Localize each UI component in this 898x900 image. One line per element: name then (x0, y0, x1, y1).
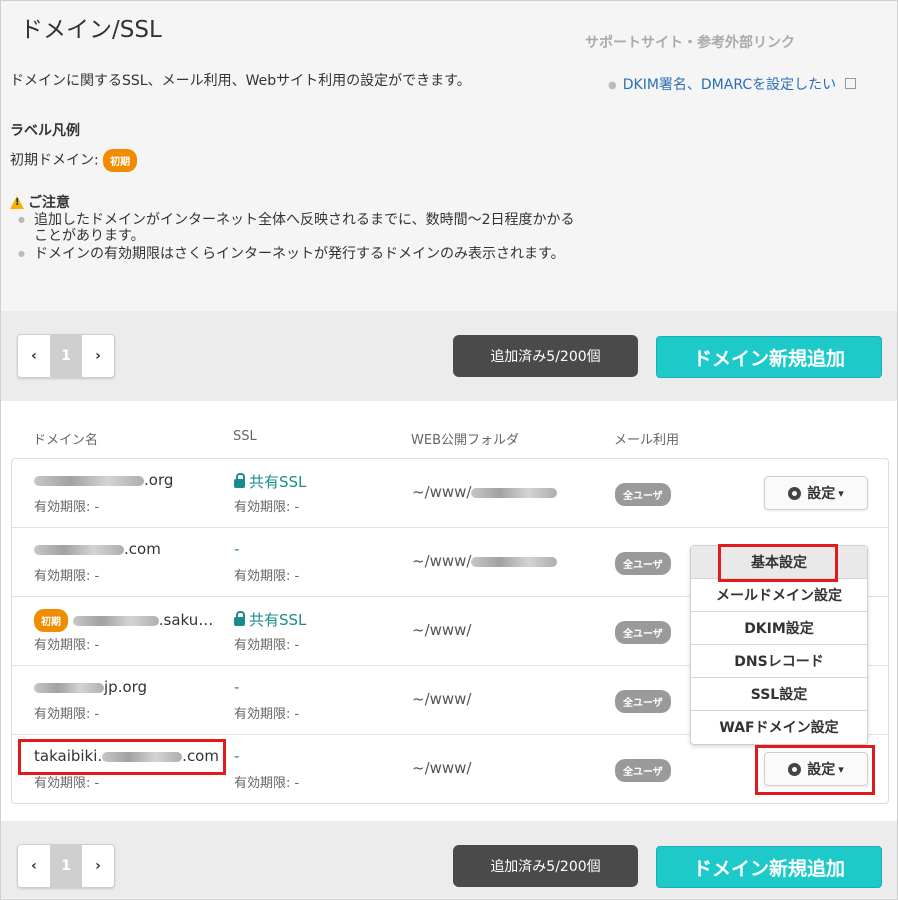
add-domain-button[interactable]: ドメイン新規追加 (656, 336, 882, 378)
add-domain-button[interactable]: ドメイン新規追加 (656, 846, 882, 888)
ssl-expiry: 有効期限: - (234, 500, 300, 515)
domain-name[interactable]: jp.org (34, 678, 147, 696)
legend-heading: ラベル凡例 (10, 123, 80, 139)
notice-item: ドメインの有効期限はさくらインターネットが発行するドメインのみ表示されます。 (18, 246, 588, 262)
ssl-expiry: 有効期限: - (234, 569, 300, 584)
ssl-status[interactable]: 共有SSL (234, 609, 306, 630)
menu-item-waf-domain[interactable]: WAFドメイン設定 (691, 711, 867, 743)
mail-usage-badge: 全ユーザ (615, 552, 671, 575)
highlight-basic-settings (718, 544, 838, 582)
warning-icon (10, 196, 24, 209)
domain-expiry: 有効期限: - (34, 500, 100, 515)
highlight-domain-name (18, 739, 226, 775)
web-folder: ~/www/ (412, 759, 472, 777)
col-ssl: SSL (233, 429, 257, 444)
prev-page-button[interactable]: ‹ (18, 845, 50, 887)
table-row: .org 有効期限: - 共有SSL 有効期限: - ~/www/ 全ユーザ 設… (12, 459, 888, 528)
domain-name[interactable]: 初期 .saku… (34, 609, 213, 632)
external-link-icon (844, 78, 856, 89)
pagination-bottom: ‹ 1 › (17, 844, 115, 888)
web-folder: ~/www/ (412, 621, 472, 639)
settings-button[interactable]: 設定 ▾ (764, 476, 868, 510)
page-1-button[interactable]: 1 (50, 845, 82, 887)
col-mail: メール利用 (614, 433, 680, 448)
menu-item-ssl[interactable]: SSL設定 (691, 678, 867, 711)
initial-domain-badge: 初期 (103, 149, 138, 172)
next-page-button[interactable]: › (82, 845, 114, 887)
col-domain: ドメイン名 (33, 433, 99, 448)
domain-expiry: 有効期限: - (34, 707, 100, 722)
lock-icon (234, 611, 245, 626)
ssl-status[interactable]: 共有SSL (234, 471, 306, 492)
domain-expiry: 有効期限: - (34, 638, 100, 653)
domain-expiry: 有効期限: - (34, 569, 100, 584)
ssl-expiry: 有効期限: - (234, 638, 300, 653)
col-web-folder: WEB公開フォルダ (411, 433, 519, 448)
chevron-down-icon: ▾ (838, 486, 844, 500)
mail-usage-badge: 全ユーザ (615, 621, 671, 644)
ssl-status: - (234, 747, 240, 765)
prev-page-button[interactable]: ‹ (18, 335, 50, 377)
page-description: ドメインに関するSSL、メール利用、Webサイト利用の設定ができます。 (10, 73, 471, 89)
gear-icon (788, 486, 802, 500)
lock-icon (234, 473, 245, 488)
bullet-icon: ● (608, 79, 617, 91)
support-heading: サポートサイト・参考外部リンク (585, 35, 795, 51)
web-folder: ~/www/ (412, 552, 558, 570)
ssl-status: - (234, 540, 240, 558)
ssl-expiry: 有効期限: - (234, 776, 300, 791)
next-page-button[interactable]: › (82, 335, 114, 377)
page-title: ドメイン/SSL (20, 17, 162, 43)
pagination-top: ‹ 1 › (17, 334, 115, 378)
mail-usage-badge: 全ユーザ (615, 483, 671, 506)
mail-usage-badge: 全ユーザ (615, 690, 671, 713)
domain-name[interactable]: .com (34, 540, 161, 558)
domain-count-badge: 追加済み5/200個 (453, 845, 638, 887)
menu-item-mail-domain[interactable]: メールドメイン設定 (691, 579, 867, 612)
web-folder: ~/www/ (412, 690, 472, 708)
page-1-button[interactable]: 1 (50, 335, 82, 377)
support-link-dkim[interactable]: ● DKIM署名、DMARCを設定したい (608, 74, 856, 94)
highlight-settings-button (755, 745, 875, 795)
ssl-status: - (234, 678, 240, 696)
domain-name[interactable]: .org (34, 471, 173, 489)
menu-item-dkim[interactable]: DKIM設定 (691, 612, 867, 645)
legend-row: 初期ドメイン: 初期 (10, 149, 138, 172)
mail-usage-badge: 全ユーザ (615, 759, 671, 782)
domain-count-badge: 追加済み5/200個 (453, 335, 638, 377)
initial-domain-badge: 初期 (34, 609, 68, 632)
notice-item: 追加したドメインがインターネット全体へ反映されるまでに、数時間〜2日程度かかるこ… (18, 212, 588, 244)
ssl-expiry: 有効期限: - (234, 707, 300, 722)
web-folder: ~/www/ (412, 483, 558, 501)
menu-item-dns-record[interactable]: DNSレコード (691, 645, 867, 678)
notice-list: 追加したドメインがインターネット全体へ反映されるまでに、数時間〜2日程度かかるこ… (18, 212, 588, 264)
notice-heading: ご注意 (10, 192, 70, 212)
